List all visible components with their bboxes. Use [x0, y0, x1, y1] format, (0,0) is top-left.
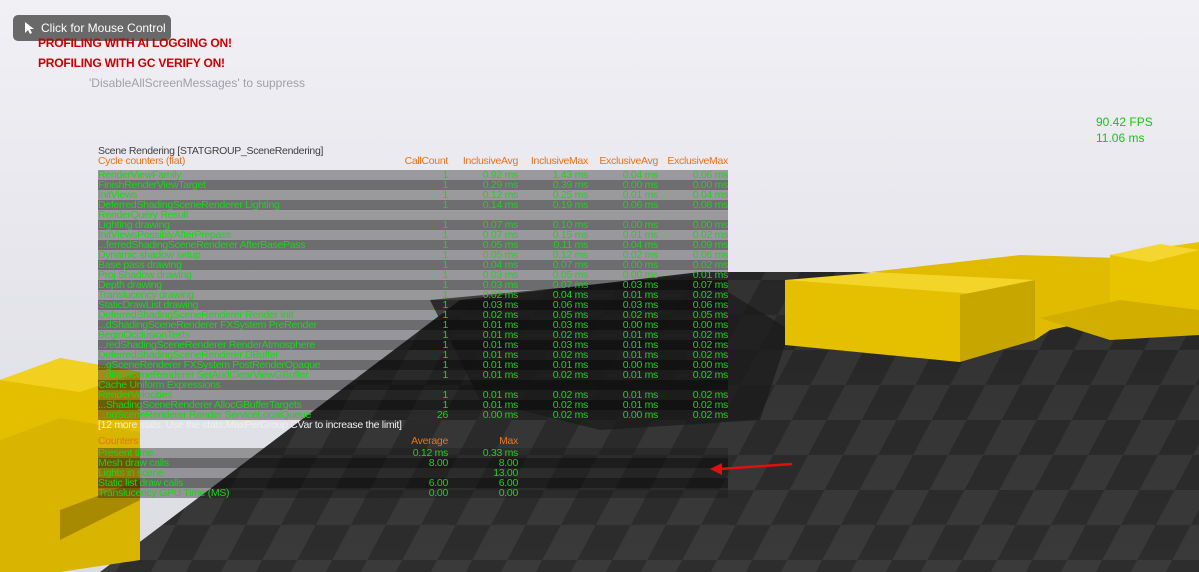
counter-row: Translucency GPU Time (MS) 0.00 0.00 — [98, 488, 728, 498]
stat-exclusivemax: 0.08 ms — [692, 199, 729, 211]
suppress-hint: 'DisableAllScreenMessages' to suppress — [89, 76, 306, 90]
stat-inclusiveavg: 0.00 ms — [482, 409, 519, 421]
counter-row: Mesh draw calls 8.00 8.00 — [98, 458, 728, 468]
counter-header-row: Counters Average Max — [98, 435, 728, 447]
stat-inclusivemax: 0.02 ms — [552, 369, 589, 381]
stat-callcount: 1 — [442, 199, 448, 211]
fps-readout: 90.42 FPS — [1096, 115, 1153, 129]
counter-name: Translucency GPU Time (MS) — [98, 487, 230, 499]
counter-average: 8.00 — [428, 457, 449, 469]
stat-callcount: 26 — [436, 409, 448, 421]
col-header-callcount: CallCount — [404, 155, 449, 167]
counter-col-max: Max — [499, 435, 518, 447]
col-header-exclusiveavg: ExclusiveAvg — [599, 155, 658, 167]
stat-exclusiveavg: 0.00 ms — [622, 409, 659, 421]
col-header-name: Cycle counters (flat) — [98, 155, 186, 167]
col-header-exclusivemax: ExclusiveMax — [667, 155, 728, 167]
counter-row: Lights in scene 13.00 — [98, 468, 728, 478]
stat-inclusivemax: 0.19 ms — [552, 199, 589, 211]
counter-row: Present time 0.12 ms 0.33 ms — [98, 448, 728, 458]
col-header-inclusivemax: InclusiveMax — [530, 155, 588, 167]
counter-average: 0.00 — [428, 487, 449, 499]
stat-inclusivemax: 0.02 ms — [552, 409, 589, 421]
counter-max: 0.00 — [498, 487, 519, 499]
counter-col-average: Average — [411, 435, 448, 447]
more-stats-note: [12 more stats. Use the stats.MaxPerGrou… — [98, 419, 402, 431]
stat-inclusiveavg: 0.14 ms — [482, 199, 519, 211]
stat-exclusiveavg: 0.06 ms — [622, 199, 659, 211]
warning-message: PROFILING WITH GC VERIFY ON! — [38, 56, 225, 70]
stat-header-row: Cycle counters (flat) CallCount Inclusiv… — [98, 155, 728, 167]
stat-exclusiveavg: 0.01 ms — [622, 369, 659, 381]
stat-exclusivemax: 0.02 ms — [692, 369, 729, 381]
warning-message: PROFILING WITH AI LOGGING ON! — [38, 36, 232, 50]
mouse-control-label: Click for Mouse Control — [41, 21, 166, 35]
red-arrow-annotation — [710, 462, 793, 475]
stat-callcount: 1 — [442, 369, 448, 381]
stat-row: DeferredShadingSceneRenderer Lighting 1 0.… — [98, 200, 728, 210]
col-header-inclusiveavg: InclusiveAvg — [462, 155, 518, 167]
stat-exclusivemax: 0.02 ms — [692, 409, 729, 421]
cursor-icon — [25, 22, 34, 34]
frame-time-readout: 11.06 ms — [1096, 131, 1145, 145]
stat-inclusiveavg: 0.01 ms — [482, 369, 519, 381]
counter-col-name: Counters — [98, 435, 139, 447]
